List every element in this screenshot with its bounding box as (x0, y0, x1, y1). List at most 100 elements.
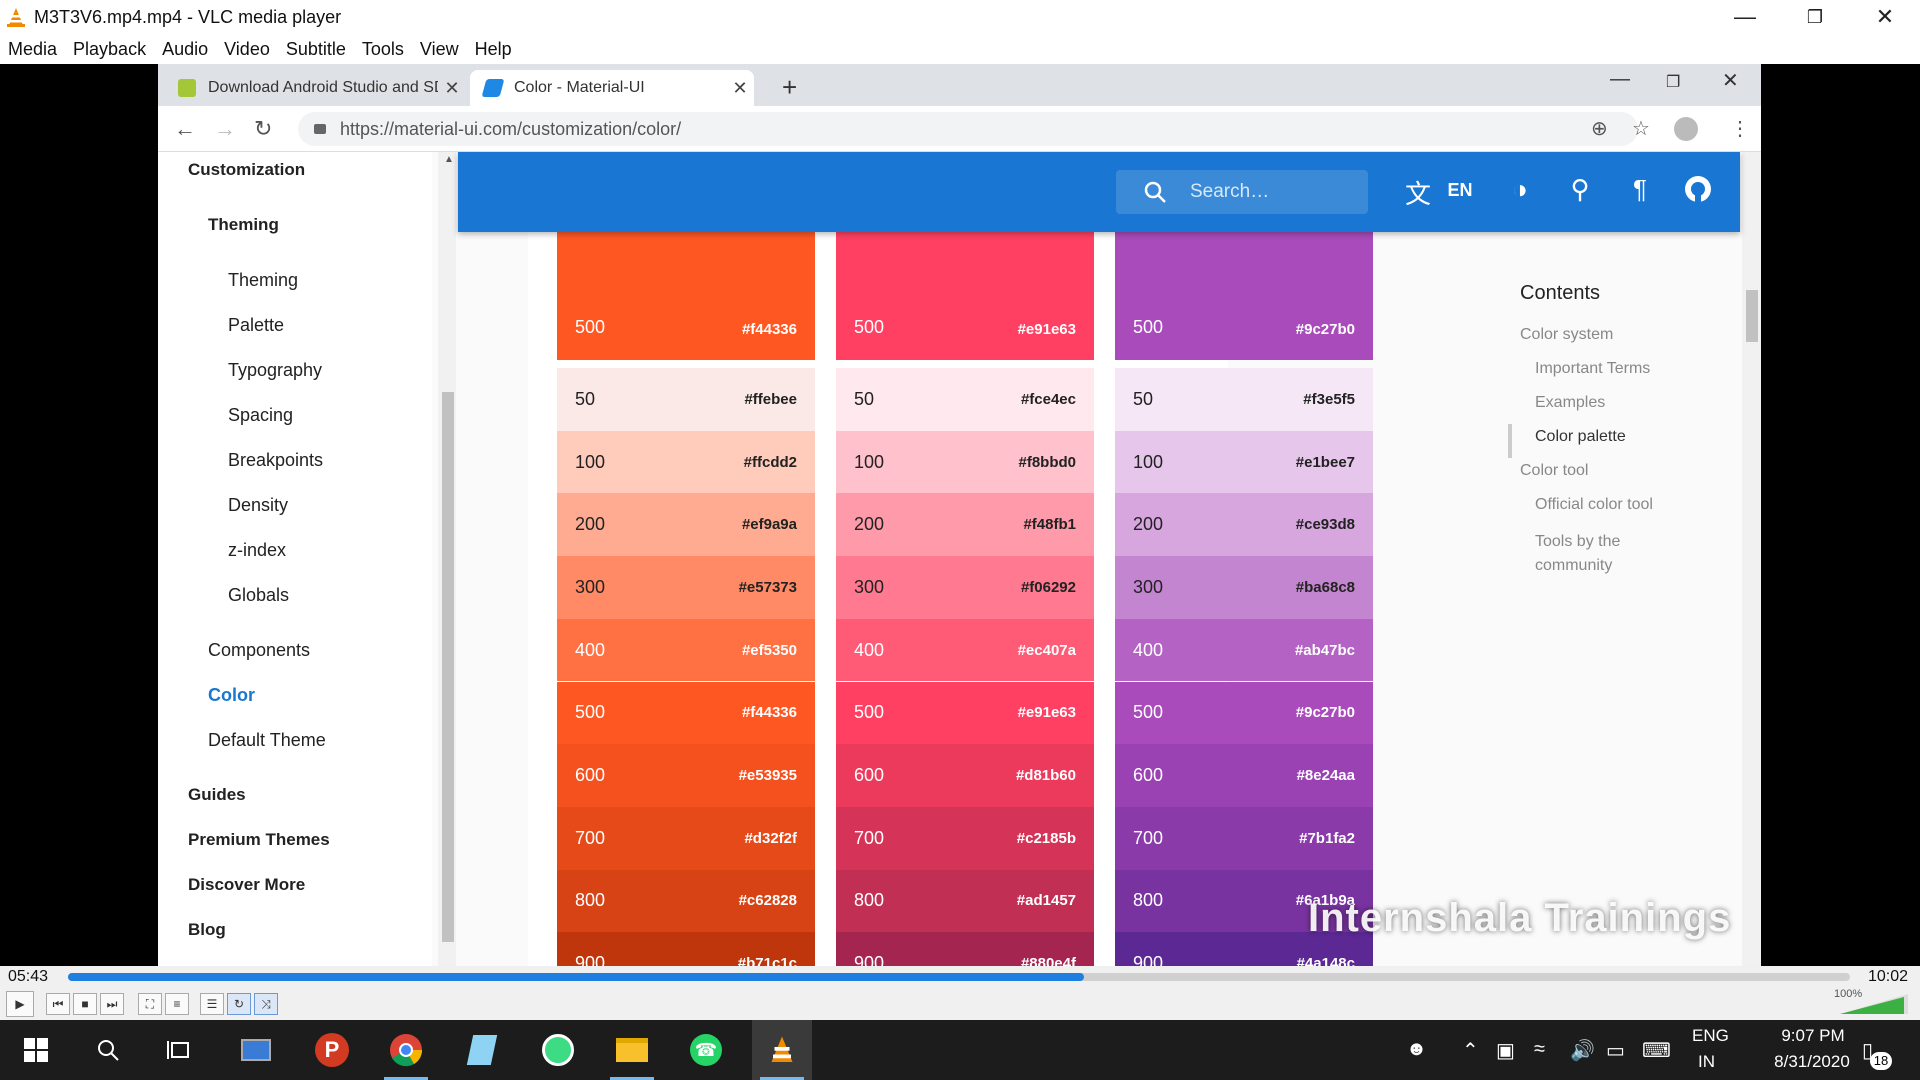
shuffle-button[interactable]: ⤨ (254, 993, 278, 1015)
taskbar-vlc[interactable] (752, 1020, 812, 1080)
page-scrollbar[interactable] (1742, 152, 1761, 966)
taskbar-file-explorer[interactable] (602, 1020, 662, 1080)
scroll-up-arrow-icon[interactable]: ▲ (444, 154, 454, 165)
lightbulb-icon[interactable]: ⚲ (1562, 174, 1598, 205)
color-swatch[interactable]: 600 #d81b60 (836, 744, 1094, 807)
sidebar-item-z-index[interactable]: z-index (228, 540, 286, 561)
sidebar-item-globals[interactable]: Globals (228, 585, 289, 606)
github-icon[interactable] (1680, 174, 1716, 211)
sidebar-item-spacing[interactable]: Spacing (228, 405, 293, 426)
color-swatch[interactable]: 100 #ffcdd2 (557, 430, 815, 494)
task-view-button[interactable] (150, 1020, 210, 1080)
docs-search[interactable] (1116, 170, 1368, 214)
minimize-button[interactable]: — (1710, 0, 1780, 34)
search-button[interactable] (78, 1020, 138, 1080)
color-swatch[interactable]: 500 #e91e63 (836, 681, 1094, 745)
taskbar-computer[interactable] (226, 1020, 286, 1080)
clock-time[interactable]: 9:07 PM (1758, 1026, 1868, 1046)
keyboard-icon[interactable]: ⌨ (1642, 1038, 1671, 1063)
bookmark-star-icon[interactable]: ☆ (1632, 116, 1650, 141)
color-swatch[interactable]: 600 #e53935 (557, 744, 815, 807)
volume-slider[interactable] (1838, 992, 1910, 1016)
color-swatch[interactable]: 300 #e57373 (557, 556, 815, 619)
clock-date[interactable]: 8/31/2020 (1748, 1052, 1876, 1072)
close-button[interactable]: ✕ (1850, 0, 1920, 34)
sidebar-item-typography[interactable]: Typography (228, 360, 322, 381)
search-input[interactable] (1190, 181, 1340, 203)
show-hidden-icons[interactable]: ⌃ (1462, 1038, 1479, 1063)
color-swatch[interactable]: 500 #9c27b0 (1115, 681, 1373, 745)
sidebar-item-discover-more[interactable]: Discover More (188, 875, 305, 895)
theme-toggle-icon[interactable]: ◑ (1502, 174, 1538, 205)
profile-avatar-icon[interactable] (1674, 117, 1698, 141)
menu-help[interactable]: Help (467, 39, 520, 60)
sidebar-item-theming[interactable]: Theming (228, 270, 298, 291)
taskbar-notepad[interactable] (452, 1020, 512, 1080)
toc-item-important-terms[interactable]: Important Terms (1535, 360, 1650, 378)
color-swatch[interactable]: 800 #c62828 (557, 869, 815, 933)
speaker-icon[interactable]: 🔊 (1570, 1038, 1595, 1063)
color-swatch[interactable]: 300 #f06292 (836, 556, 1094, 619)
color-swatch[interactable]: 200 #f48fb1 (836, 493, 1094, 557)
seek-slider[interactable] (68, 973, 1850, 981)
wifi-icon[interactable]: ≈ (1534, 1038, 1545, 1061)
menu-playback[interactable]: Playback (65, 39, 154, 60)
color-swatch[interactable]: 50 #ffebee (557, 368, 815, 431)
next-button[interactable]: ⏭ (100, 993, 124, 1015)
taskbar-psiphon[interactable]: P (302, 1020, 362, 1080)
text-direction-icon[interactable]: ¶ (1622, 174, 1658, 205)
toc-item-examples[interactable]: Examples (1535, 394, 1605, 412)
sidebar-item-default-theme[interactable]: Default Theme (208, 730, 326, 751)
browser-restore-button[interactable]: ❐ (1666, 72, 1680, 92)
translate-icon[interactable]: 文 (1400, 174, 1436, 211)
color-swatch[interactable]: 900 #b71c1c (557, 932, 815, 966)
color-swatch[interactable]: 700 #7b1fa2 (1115, 806, 1373, 870)
tab-material-ui-color[interactable]: Color - Material-UI ✕ (470, 70, 754, 106)
color-swatch[interactable]: 500 #f44336 (557, 232, 815, 360)
extended-settings-button[interactable]: ≡ (165, 993, 189, 1015)
sidebar-item-palette[interactable]: Palette (228, 315, 284, 336)
menu-tools[interactable]: Tools (354, 39, 412, 60)
color-swatch[interactable]: 100 #f8bbd0 (836, 430, 1094, 494)
people-icon[interactable]: ☻ (1406, 1038, 1427, 1061)
play-button[interactable]: ▶ (6, 991, 34, 1017)
color-swatch[interactable]: 50 #fce4ec (836, 368, 1094, 431)
taskbar-chrome[interactable] (376, 1020, 436, 1080)
color-swatch[interactable]: 700 #c2185b (836, 806, 1094, 870)
color-swatch[interactable]: 600 #8e24aa (1115, 744, 1373, 807)
sidebar-item-color[interactable]: Color (208, 685, 255, 706)
menu-media[interactable]: Media (0, 39, 65, 60)
color-swatch[interactable]: 900 #880e4f (836, 932, 1094, 966)
color-swatch[interactable]: 400 #ab47bc (1115, 618, 1373, 682)
taskbar-android-studio[interactable] (528, 1020, 588, 1080)
color-swatch[interactable]: 300 #ba68c8 (1115, 556, 1373, 619)
tab-android-studio[interactable]: Download Android Studio and SDK tools ✕ (164, 70, 466, 106)
playlist-button[interactable]: ☰ (200, 993, 224, 1015)
menu-audio[interactable]: Audio (154, 39, 216, 60)
close-tab-icon[interactable]: ✕ (726, 78, 754, 99)
color-swatch[interactable]: 800 #ad1457 (836, 869, 1094, 933)
start-button[interactable] (6, 1020, 66, 1080)
loop-button[interactable]: ↻ (227, 993, 251, 1015)
address-bar[interactable]: https://material-ui.com/customization/co… (298, 112, 1638, 146)
previous-button[interactable]: ⏮ (46, 993, 70, 1015)
color-swatch[interactable]: 100 #e1bee7 (1115, 430, 1373, 494)
toc-item-color-palette[interactable]: Color palette (1535, 428, 1626, 446)
menu-view[interactable]: View (412, 39, 467, 60)
back-arrow-icon[interactable]: ← (174, 116, 196, 142)
color-swatch[interactable]: 50 #f3e5f5 (1115, 368, 1373, 431)
color-swatch[interactable]: 500 #9c27b0 (1115, 232, 1373, 360)
page-scrollbar-thumb[interactable] (1746, 290, 1758, 342)
security-icon[interactable]: ▣ (1496, 1038, 1515, 1063)
browser-close-button[interactable]: ✕ (1722, 68, 1739, 93)
language-label[interactable]: EN (1442, 180, 1478, 201)
browser-menu-icon[interactable]: ⋮ (1730, 116, 1750, 141)
toc-item-tools-by-the-community[interactable]: Tools by the community (1535, 530, 1665, 578)
toc-item-color-system[interactable]: Color system (1520, 326, 1613, 344)
install-app-icon[interactable]: ⊕ (1591, 116, 1608, 141)
restore-button[interactable]: ❐ (1780, 0, 1850, 34)
menu-video[interactable]: Video (216, 39, 278, 60)
reload-icon[interactable]: ↻ (254, 116, 272, 142)
toc-item-official-color-tool[interactable]: Official color tool (1535, 496, 1653, 514)
sidebar-item-guides[interactable]: Guides (188, 785, 246, 805)
